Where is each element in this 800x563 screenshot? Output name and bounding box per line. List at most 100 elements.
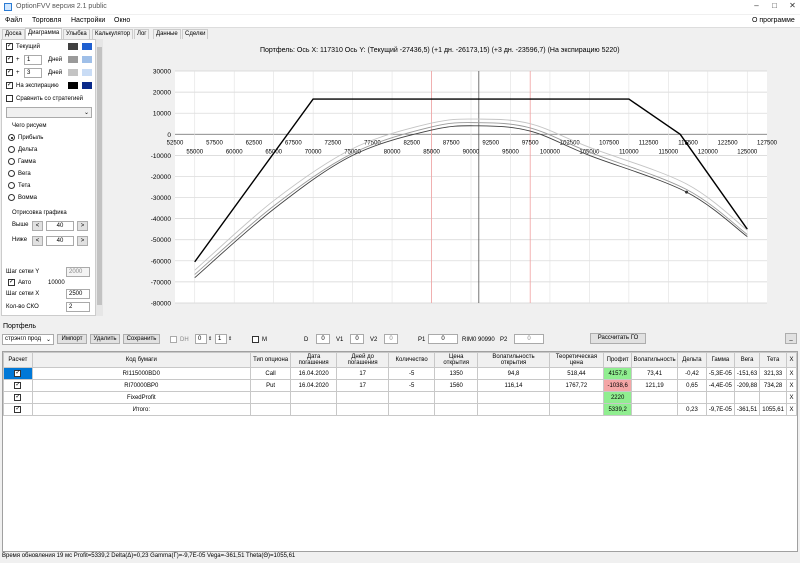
above-input[interactable]: 40 bbox=[46, 221, 74, 231]
cell-days[interactable]: 17 bbox=[335, 379, 390, 392]
cell-vol-open[interactable]: 116,14 bbox=[477, 379, 550, 392]
cell-gamma[interactable]: -4,4E-05 bbox=[705, 379, 735, 392]
cell-price[interactable]: 1560 bbox=[433, 379, 479, 392]
table-row[interactable]: ✓ RI115000BD0 Call 16.04.2020 17 -5 1350… bbox=[3, 367, 798, 380]
cell-vol[interactable] bbox=[631, 391, 679, 404]
cell-theta[interactable]: 734,28 bbox=[759, 379, 787, 392]
dh-stepper-2-icon[interactable]: ⇕ bbox=[228, 336, 232, 342]
cell-code[interactable]: RI115000BD0 bbox=[31, 367, 251, 380]
p1-input[interactable]: 0 bbox=[428, 334, 458, 344]
cell-theta[interactable] bbox=[759, 391, 787, 404]
cell-date[interactable] bbox=[290, 403, 337, 416]
cell-days[interactable] bbox=[335, 391, 390, 404]
col-header-gamma[interactable]: Гамма bbox=[705, 352, 735, 368]
plus1-days-input[interactable]: 1 bbox=[24, 55, 42, 65]
radio-theta[interactable] bbox=[8, 182, 15, 189]
cell-vega[interactable]: -151,63 bbox=[733, 367, 761, 380]
table-row[interactable]: ✓ RI70000BP0 Put 16.04.2020 17 -5 1560 1… bbox=[3, 379, 798, 392]
cell-date[interactable] bbox=[290, 391, 337, 404]
tab-data[interactable]: Данные bbox=[153, 29, 181, 39]
col-header-code[interactable]: Код бумаги bbox=[31, 352, 251, 368]
dh-checkbox[interactable] bbox=[170, 336, 177, 343]
calculate-margin-button[interactable]: Рассчитать ГО bbox=[590, 333, 646, 344]
cell-profit[interactable]: 5339,2 bbox=[603, 403, 633, 416]
col-header-days[interactable]: Дней до погашения bbox=[335, 352, 390, 368]
cell-qty[interactable] bbox=[388, 391, 435, 404]
below-increase-button[interactable]: > bbox=[77, 236, 88, 246]
plus1-color-swatch[interactable] bbox=[68, 56, 78, 63]
col-header-vol-open[interactable]: Волатильность открытия bbox=[477, 352, 550, 368]
cell-theor[interactable] bbox=[548, 403, 605, 416]
current-color-swatch-2[interactable] bbox=[82, 43, 92, 50]
cell-theor[interactable]: 1767,72 bbox=[548, 379, 605, 392]
current-color-swatch[interactable] bbox=[68, 43, 78, 50]
tab-calculator[interactable]: Калькулятор bbox=[92, 29, 134, 39]
scrollbar-thumb[interactable] bbox=[97, 47, 102, 305]
row-delete-button[interactable]: X bbox=[785, 403, 798, 416]
current-checkbox[interactable]: ✓ bbox=[6, 43, 13, 50]
delete-button[interactable]: Удалить bbox=[90, 334, 120, 344]
cell-vol[interactable] bbox=[631, 403, 679, 416]
cell-date[interactable]: 16.04.2020 bbox=[290, 379, 337, 392]
expiration-checkbox[interactable]: ✓ bbox=[6, 82, 13, 89]
cell-profit[interactable]: 4157,8 bbox=[603, 367, 633, 380]
cell-gamma[interactable]: -5,3E-05 bbox=[705, 367, 735, 380]
cell-price[interactable] bbox=[433, 403, 479, 416]
cell-vol-open[interactable] bbox=[477, 391, 550, 404]
radio-vega[interactable] bbox=[8, 170, 15, 177]
expiration-color-swatch[interactable] bbox=[68, 82, 78, 89]
minimize-portfolio-button[interactable]: _ bbox=[785, 333, 797, 344]
cell-theor[interactable]: 518,44 bbox=[548, 367, 605, 380]
cell-type[interactable]: Call bbox=[249, 367, 292, 380]
compare-strategy-checkbox[interactable] bbox=[6, 95, 13, 102]
table-row-total[interactable]: ✓ Итого: 5339,2 0,23 -9,7E-05 -361,51 10… bbox=[3, 403, 798, 416]
tab-diagram[interactable]: Диаграмма bbox=[25, 28, 63, 39]
col-header-x[interactable]: X bbox=[785, 352, 798, 368]
dh-input-1[interactable]: 0 bbox=[195, 334, 207, 344]
p2-input[interactable]: 0 bbox=[514, 334, 544, 344]
compare-strategy-select[interactable]: ⌄ bbox=[6, 107, 92, 118]
row-calc-checkbox[interactable]: ✓ bbox=[3, 367, 33, 380]
cell-vol[interactable]: 73,41 bbox=[631, 367, 679, 380]
cell-qty[interactable]: -5 bbox=[388, 379, 435, 392]
sko-input[interactable]: 2 bbox=[66, 302, 90, 312]
plus3-color-swatch[interactable] bbox=[68, 69, 78, 76]
cell-vol-open[interactable] bbox=[477, 403, 550, 416]
payoff-chart[interactable]: 3000020000100000-10000-20000-30000-40000… bbox=[105, 60, 795, 312]
cell-type[interactable] bbox=[249, 403, 292, 416]
cell-delta[interactable]: 0,23 bbox=[677, 403, 707, 416]
above-increase-button[interactable]: > bbox=[77, 221, 88, 231]
close-window-button[interactable]: ✕ bbox=[788, 2, 797, 11]
menu-file[interactable]: Файл bbox=[5, 17, 22, 24]
d-input[interactable]: 0 bbox=[316, 334, 330, 344]
col-header-qty[interactable]: Количество bbox=[388, 352, 435, 368]
row-delete-button[interactable]: X bbox=[785, 367, 798, 380]
cell-profit[interactable]: -1038,6 bbox=[603, 379, 633, 392]
strategy-select[interactable]: стрэнгл прод ⌄ bbox=[2, 334, 54, 345]
row-calc-checkbox[interactable]: ✓ bbox=[3, 403, 33, 416]
v2-input[interactable]: 0 bbox=[384, 334, 398, 344]
m-checkbox[interactable] bbox=[252, 336, 259, 343]
plus3-checkbox[interactable]: ✓ bbox=[6, 69, 13, 76]
col-header-vol[interactable]: Волатильность bbox=[631, 352, 679, 368]
v1-input[interactable]: 0 bbox=[350, 334, 364, 344]
cell-vol[interactable]: 121,19 bbox=[631, 379, 679, 392]
col-header-profit[interactable]: Профит bbox=[603, 352, 633, 368]
row-delete-button[interactable]: X bbox=[785, 379, 798, 392]
dh-input-2[interactable]: 1 bbox=[215, 334, 227, 344]
cell-days[interactable]: 17 bbox=[335, 367, 390, 380]
radio-vomma[interactable] bbox=[8, 194, 15, 201]
left-panel-scrollbar[interactable] bbox=[96, 39, 103, 316]
radio-delta[interactable] bbox=[8, 146, 15, 153]
cell-price[interactable] bbox=[433, 391, 479, 404]
col-header-theta[interactable]: Тета bbox=[759, 352, 787, 368]
col-header-theor[interactable]: Теоретическая цена bbox=[548, 352, 605, 368]
col-header-delta[interactable]: Дельта bbox=[677, 352, 707, 368]
expiration-color-swatch-2[interactable] bbox=[82, 82, 92, 89]
grid-x-input[interactable]: 2500 bbox=[66, 289, 90, 299]
cell-profit[interactable]: 2220 bbox=[603, 391, 633, 404]
cell-days[interactable] bbox=[335, 403, 390, 416]
menu-trading[interactable]: Торговля bbox=[32, 17, 61, 24]
cell-code[interactable]: Итого: bbox=[31, 403, 251, 416]
tab-board[interactable]: Доска bbox=[2, 29, 25, 39]
